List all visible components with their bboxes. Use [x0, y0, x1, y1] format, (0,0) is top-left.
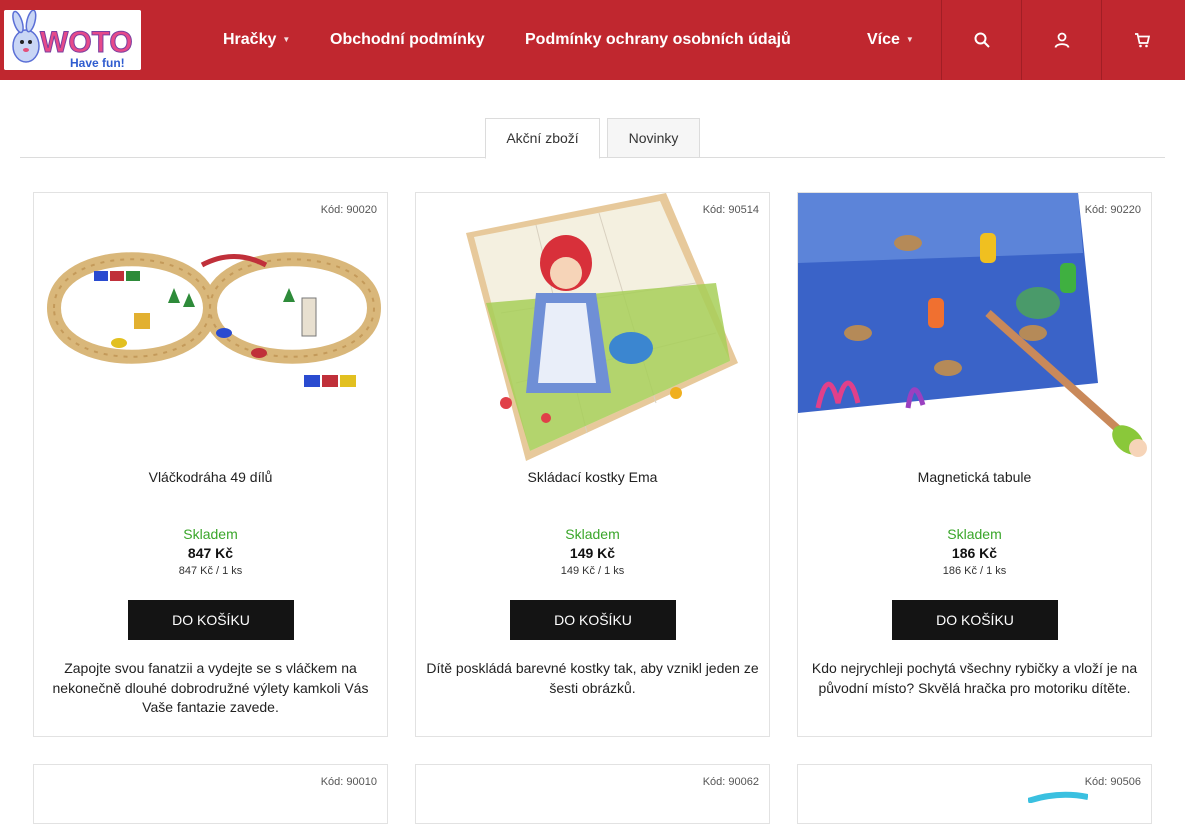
nav-item-hracky[interactable]: Hračky ▼	[223, 0, 290, 80]
user-button[interactable]	[1021, 0, 1101, 80]
stock-status: Skladem	[947, 526, 1002, 542]
add-to-cart-button[interactable]: Do košíku	[510, 600, 676, 640]
product-description: Dítě poskládá barevné kostky tak, aby vz…	[426, 660, 759, 696]
product-image[interactable]	[416, 193, 769, 461]
product-code: Kód: 90010	[320, 776, 377, 788]
product-code: Kód: 90020	[320, 204, 377, 216]
product-card: Kód: 90020 Vláčkodráha 49 dílů Skladem 8…	[33, 192, 388, 737]
tab-novinky[interactable]: Novinky	[607, 118, 700, 158]
nav-item-label: Podmínky ochrany osobních údajů	[525, 31, 791, 48]
add-to-cart-button[interactable]: Do košíku	[128, 600, 294, 640]
svg-text:Have fun!: Have fun!	[70, 56, 125, 70]
stock-status: Skladem	[565, 526, 620, 542]
product-price: 149 Kč	[569, 545, 616, 561]
chevron-down-icon: ▼	[905, 35, 914, 44]
stock-status: Skladem	[183, 526, 238, 542]
product-card: Kód: 90506	[797, 764, 1152, 824]
product-card: Kód: 90010	[33, 764, 388, 824]
product-image[interactable]	[34, 193, 387, 461]
product-card: Kód: 90220 Magnetická tabule Skladem 186…	[797, 192, 1152, 737]
product-description: Zapojte svou fanatzii a vydejte se s vlá…	[52, 660, 369, 715]
search-icon	[974, 32, 990, 48]
svg-text:WOTO: WOTO	[40, 26, 133, 59]
nav-item-label: Obchodní podmínky	[330, 31, 485, 48]
site-logo[interactable]: WOTO Have fun!	[4, 10, 141, 70]
unit-price: 847 Kč / 1 ks	[178, 565, 243, 577]
product-code: Kód: 90220	[1084, 204, 1141, 216]
product-name[interactable]: Skládací kostky Ema	[416, 469, 769, 485]
unit-price: 186 Kč / 1 ks	[942, 565, 1007, 577]
product-name[interactable]: Magnetická tabule	[798, 469, 1151, 485]
user-icon	[1054, 32, 1069, 48]
cart-icon	[1134, 33, 1150, 48]
nav-item-obchodni-podminky[interactable]: Obchodní podmínky	[330, 0, 485, 80]
product-price: 847 Kč	[187, 545, 234, 561]
product-card: Kód: 90062	[415, 764, 770, 824]
product-name[interactable]: Vláčkodráha 49 dílů	[34, 469, 387, 485]
nav-item-label: Více	[867, 31, 900, 48]
site-header: WOTO Have fun! Hračky ▼ Obchodní podmínky…	[0, 0, 1185, 80]
product-code: Kód: 90506	[1084, 776, 1141, 788]
unit-price: 149 Kč / 1 ks	[560, 565, 625, 577]
nav-item-podminky-ochrany[interactable]: Podmínky ochrany osobních údajů	[525, 0, 791, 80]
product-code: Kód: 90062	[702, 776, 759, 788]
product-card: Kód: 90514 Skládací kostky Ema Skladem 1…	[415, 192, 770, 737]
product-code: Kód: 90514	[702, 204, 759, 216]
search-button[interactable]	[941, 0, 1021, 80]
product-image[interactable]	[1028, 791, 1088, 803]
product-price: 186 Kč	[951, 545, 998, 561]
product-image[interactable]	[798, 193, 1151, 461]
chevron-down-icon: ▼	[282, 35, 291, 44]
nav-item-label: Hračky	[223, 31, 277, 48]
tab-akcni-zbozi[interactable]: Akční zboží	[485, 118, 600, 159]
add-to-cart-button[interactable]: Do košíku	[892, 600, 1058, 640]
cart-button[interactable]	[1101, 0, 1181, 80]
product-description: Kdo nejrychleji pochytá všechny rybičky …	[811, 660, 1138, 696]
nav-item-vice[interactable]: Více ▼	[867, 0, 914, 80]
